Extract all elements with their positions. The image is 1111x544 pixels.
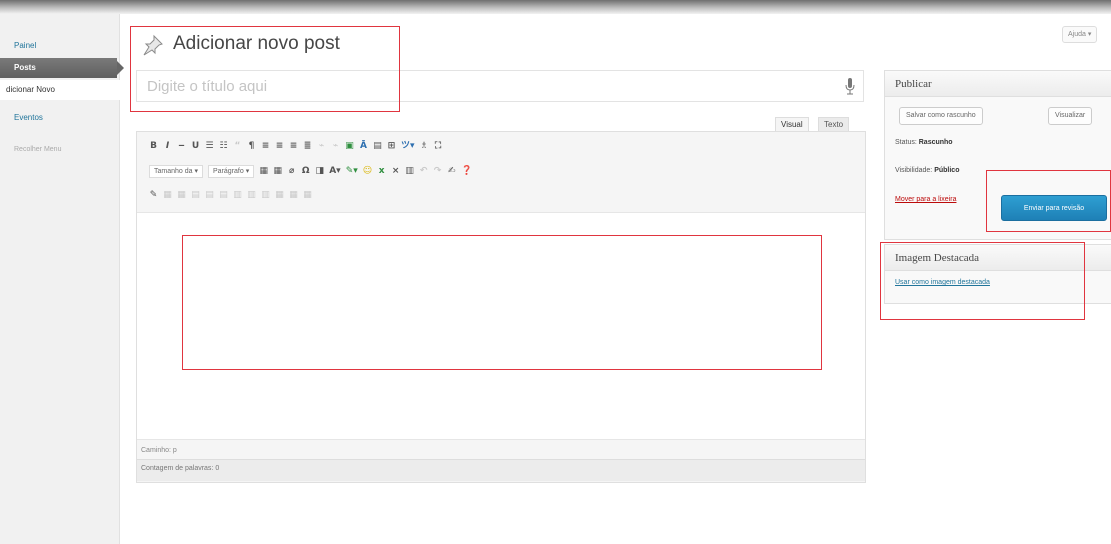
move-to-trash-link[interactable]: Mover para a lixeira bbox=[895, 196, 956, 203]
highlight-submit-area bbox=[986, 170, 1111, 232]
find-icon[interactable]: ♗ bbox=[420, 141, 429, 152]
paste-word-icon[interactable]: ▦ bbox=[273, 166, 282, 177]
insert-table-icon[interactable]: ✎ bbox=[149, 190, 158, 201]
editor-path: Caminho: p bbox=[141, 447, 177, 454]
word-count: Contagem de palavras: 0 bbox=[141, 465, 220, 472]
numbered-list-icon[interactable]: ☷ bbox=[219, 141, 228, 152]
align-justify-icon[interactable]: ≣ bbox=[303, 141, 312, 152]
status-value: Rascunho bbox=[918, 139, 953, 146]
help-icon[interactable]: ❓ bbox=[461, 166, 472, 177]
word-count-bar: Contagem de palavras: 0 bbox=[137, 459, 865, 481]
edit-icon[interactable]: ✍ bbox=[447, 166, 456, 177]
special-char-icon[interactable]: Ω bbox=[301, 166, 310, 177]
visibility-label: Visibilidade: bbox=[895, 167, 933, 174]
highlight-content-area bbox=[182, 235, 822, 370]
delete-row-icon[interactable]: ▤ bbox=[219, 190, 228, 201]
sidebar-item-eventos[interactable]: Eventos bbox=[0, 108, 120, 128]
redo-icon[interactable]: ↷ bbox=[433, 166, 442, 177]
merge-cells-icon[interactable]: ▦ bbox=[289, 190, 298, 201]
fullscreen-icon[interactable]: ⛶ bbox=[434, 141, 443, 152]
text-color-icon[interactable]: A▾ bbox=[329, 166, 340, 177]
table-icon[interactable]: ▥ bbox=[405, 166, 414, 177]
table-row-props-icon[interactable]: ▦ bbox=[163, 190, 172, 201]
highlight-featured-image bbox=[880, 242, 1085, 320]
undo-icon[interactable]: ↶ bbox=[419, 166, 428, 177]
blockquote-icon[interactable]: “ bbox=[233, 141, 242, 152]
top-shadow-bar bbox=[0, 0, 1111, 14]
microphone-icon[interactable] bbox=[845, 78, 855, 95]
background-color-icon[interactable]: ✎▾ bbox=[346, 166, 358, 177]
tab-texto[interactable]: Texto bbox=[818, 117, 850, 132]
sidebar-item-painel[interactable]: Painel bbox=[0, 36, 120, 56]
publish-heading: Publicar bbox=[885, 71, 1111, 97]
insert-row-before-icon[interactable]: ▤ bbox=[191, 190, 200, 201]
visibility-value: Público bbox=[934, 167, 960, 174]
help-button[interactable]: Ajuda ▾ bbox=[1062, 26, 1098, 43]
insert-col-after-icon[interactable]: ▥ bbox=[247, 190, 256, 201]
insert-row-after-icon[interactable]: ▤ bbox=[205, 190, 214, 201]
save-draft-button[interactable]: Salvar como rascunho bbox=[899, 107, 983, 125]
font-size-select[interactable]: Tamanho da ▾ bbox=[149, 164, 203, 178]
toolbar-row-2: Tamanho da ▾ Parágrafo ▾ ▦ ▦ ⌀ Ω ◨ A▾ ✎▾… bbox=[149, 164, 472, 178]
paragraph-format-select[interactable]: Parágrafo ▾ bbox=[208, 164, 255, 178]
delete-table-icon[interactable]: ▦ bbox=[303, 190, 312, 201]
underline-icon[interactable]: U bbox=[191, 141, 200, 152]
tab-visual[interactable]: Visual bbox=[775, 117, 809, 132]
admin-sidebar: Painel Posts dicionar Novo Eventos Recol… bbox=[0, 14, 124, 544]
highlight-title-area bbox=[130, 26, 400, 112]
more-tag-icon[interactable]: ▤ bbox=[373, 141, 382, 152]
spellcheck-icon[interactable]: Ā bbox=[359, 141, 368, 152]
bullet-list-icon[interactable]: ☰ bbox=[205, 141, 214, 152]
visibility-line: Visibilidade: Público bbox=[895, 167, 959, 174]
page-break-icon[interactable]: ⊞ bbox=[387, 141, 396, 152]
clear-formatting-icon[interactable]: ⌀ bbox=[287, 166, 296, 177]
media-icon[interactable]: ◨ bbox=[315, 166, 324, 177]
align-right-icon[interactable]: ≡ bbox=[289, 141, 298, 152]
collapse-menu-link[interactable]: Recolher Menu bbox=[0, 140, 120, 160]
unlink-icon[interactable]: ⌁ bbox=[331, 141, 340, 152]
preview-button[interactable]: Visualizar bbox=[1048, 107, 1093, 125]
toolbar-row-1: B I ‒ U ☰ ☷ “ ¶ ≡ ≡ ≡ ≣ ⌁ ⌁ ▣ Ā ▤ ⊞ ツ▾ ♗… bbox=[149, 139, 443, 153]
delete-col-icon[interactable]: ▥ bbox=[261, 190, 270, 201]
insert-col-before-icon[interactable]: ▥ bbox=[233, 190, 242, 201]
subscript-icon[interactable]: x bbox=[377, 166, 386, 177]
table-cell-props-icon[interactable]: ▦ bbox=[177, 190, 186, 201]
bold-icon[interactable]: B bbox=[149, 141, 158, 152]
sidebar-item-adicionar-novo[interactable]: dicionar Novo bbox=[0, 80, 120, 100]
sidebar-item-posts[interactable]: Posts bbox=[0, 58, 124, 78]
superscript-icon[interactable]: × bbox=[391, 166, 400, 177]
align-center-icon[interactable]: ≡ bbox=[275, 141, 284, 152]
toolbar-row-3: ✎ ▦ ▦ ▤ ▤ ▤ ▥ ▥ ▥ ▦ ▦ ▦ bbox=[149, 188, 312, 202]
status-label: Status: bbox=[895, 139, 917, 146]
link-icon[interactable]: ⌁ bbox=[317, 141, 326, 152]
paste-text-icon[interactable]: ▦ bbox=[259, 166, 268, 177]
spellcheck-dropdown-icon[interactable]: ツ▾ bbox=[401, 141, 415, 152]
italic-icon[interactable]: I bbox=[163, 141, 172, 152]
split-cells-icon[interactable]: ▦ bbox=[275, 190, 284, 201]
status-line: Status: Rascunho bbox=[895, 139, 953, 146]
emoticon-icon[interactable]: ☺ bbox=[363, 166, 372, 177]
insert-image-icon[interactable]: ▣ bbox=[345, 141, 354, 152]
paragraph-icon[interactable]: ¶ bbox=[247, 141, 256, 152]
strikethrough-icon[interactable]: ‒ bbox=[177, 141, 186, 152]
align-left-icon[interactable]: ≡ bbox=[261, 141, 270, 152]
